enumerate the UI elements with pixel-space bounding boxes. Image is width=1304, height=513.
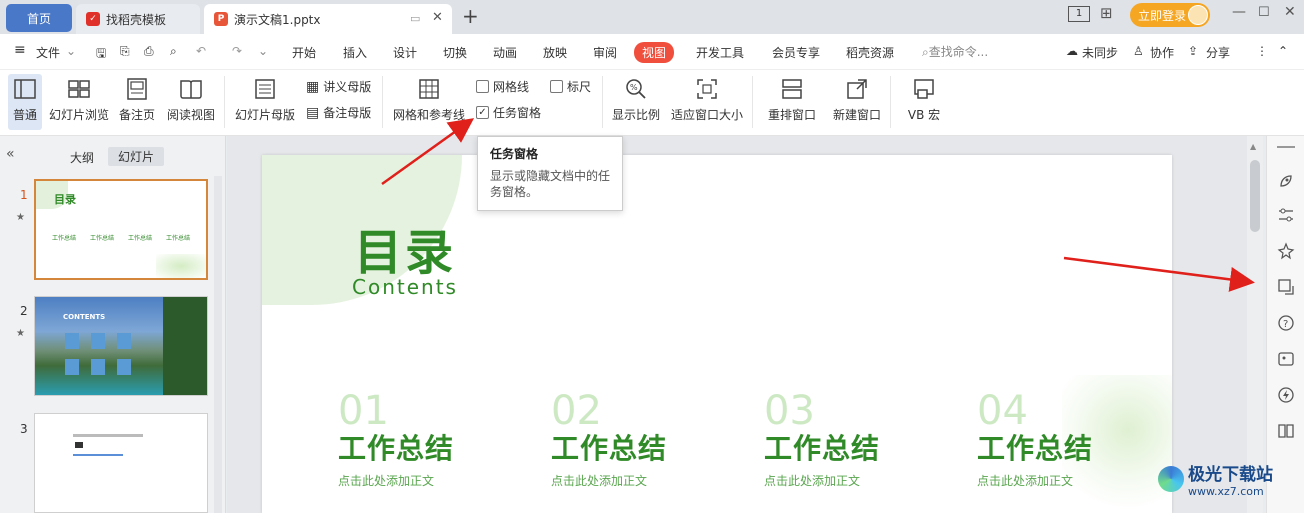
annotation-arrows [381,118,1255,292]
watermark-name: 极光下载站 [1188,465,1273,485]
watermark: 极光下载站 www.xz7.com [1158,460,1273,498]
red-arrow [381,118,475,186]
watermark-logo-icon [1158,466,1184,492]
red-arrow [1063,256,1255,292]
watermark-url: www.xz7.com [1188,485,1264,498]
